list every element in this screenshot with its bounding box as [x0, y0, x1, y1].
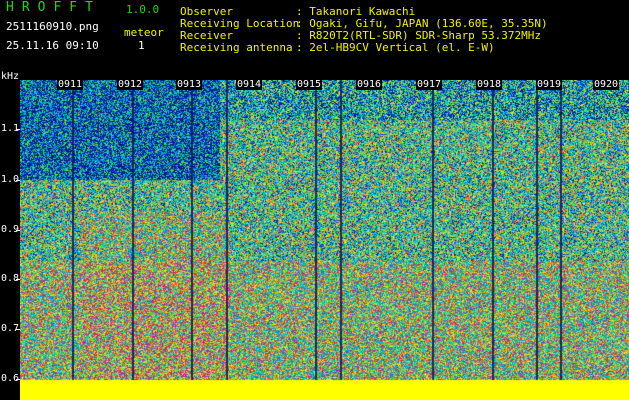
- time-label: 0914: [236, 79, 263, 90]
- time-label: 0916: [356, 79, 383, 90]
- time-label: 0913: [176, 79, 203, 90]
- antenna-value: : 2el-HB9CV Vertical (el. E-W): [296, 41, 495, 54]
- meteor-label: meteor: [124, 26, 164, 39]
- meteor-count: 1: [138, 39, 145, 52]
- app-version: 1.0.0: [126, 3, 160, 16]
- time-label: 0912: [117, 79, 144, 90]
- time-label: 0911: [57, 79, 84, 90]
- spectrogram-canvas: [20, 80, 629, 400]
- antenna-label: Receiving antenna: [180, 41, 293, 54]
- frequency-axis: kHz 1.1 1.0 0.9 0.8 0.7 0.6: [0, 72, 20, 400]
- filename-label: 2511160910.png: [6, 20, 99, 33]
- time-label: 0920: [593, 79, 620, 90]
- time-label: 0918: [476, 79, 503, 90]
- time-label: 0919: [536, 79, 563, 90]
- time-label: 0915: [296, 79, 323, 90]
- app-title: HROFFT: [6, 0, 101, 15]
- time-label: 0917: [416, 79, 443, 90]
- spectrogram-panel: [20, 80, 629, 400]
- frequency-unit-label: kHz: [1, 71, 20, 82]
- header-panel: HROFFT 1.0.0 2511160910.png meteor 25.11…: [0, 0, 629, 80]
- datetime-label: 25.11.16 09:10: [6, 39, 99, 52]
